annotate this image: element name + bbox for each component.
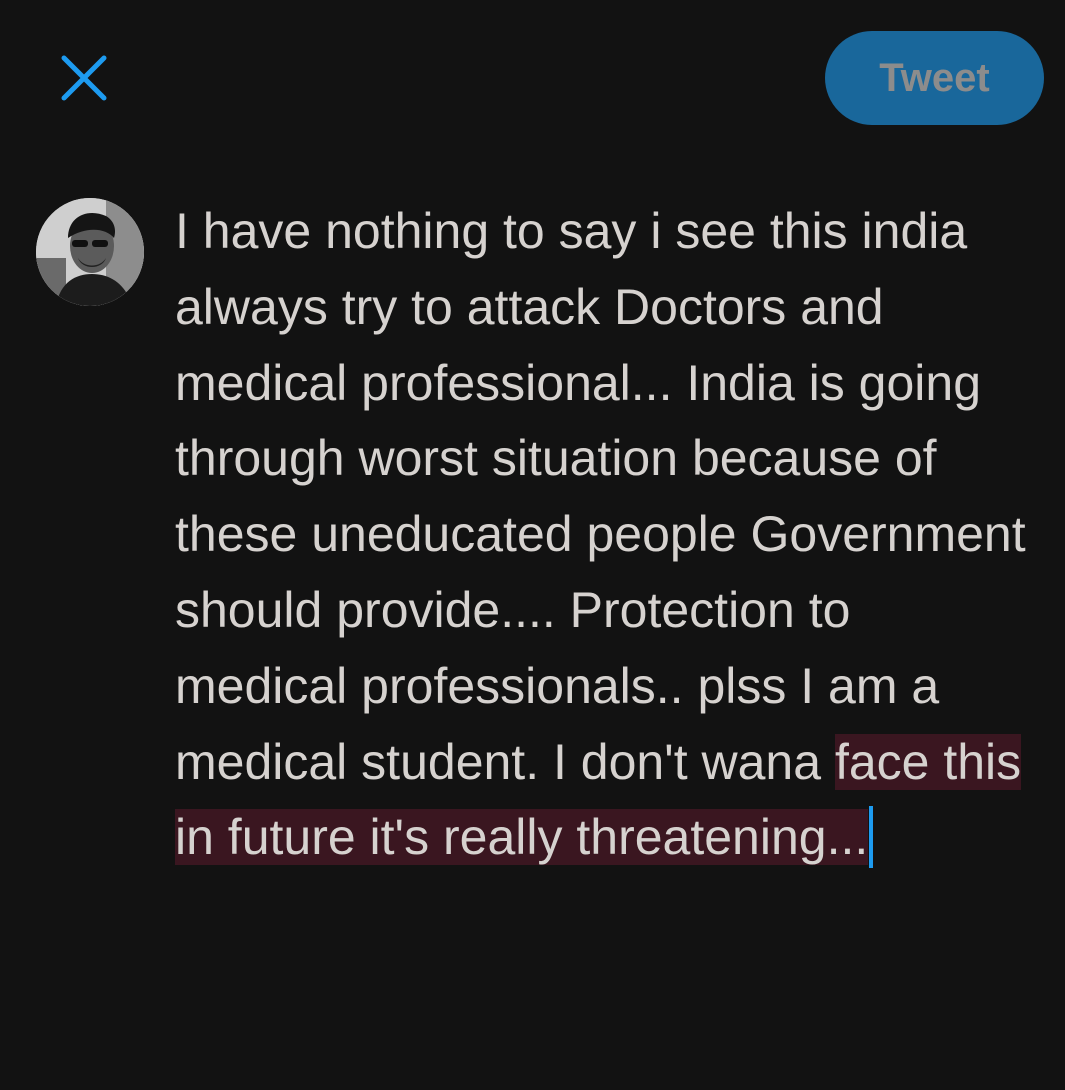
compose-text: I have nothing to say i see this india a… [175,203,1026,790]
tweet-button[interactable]: Tweet [825,31,1044,125]
text-cursor [869,806,874,869]
avatar[interactable] [36,198,144,306]
close-icon [52,46,116,110]
tweet-compose-textarea[interactable]: I have nothing to say i see this india a… [175,194,1035,876]
close-button[interactable] [52,46,116,110]
